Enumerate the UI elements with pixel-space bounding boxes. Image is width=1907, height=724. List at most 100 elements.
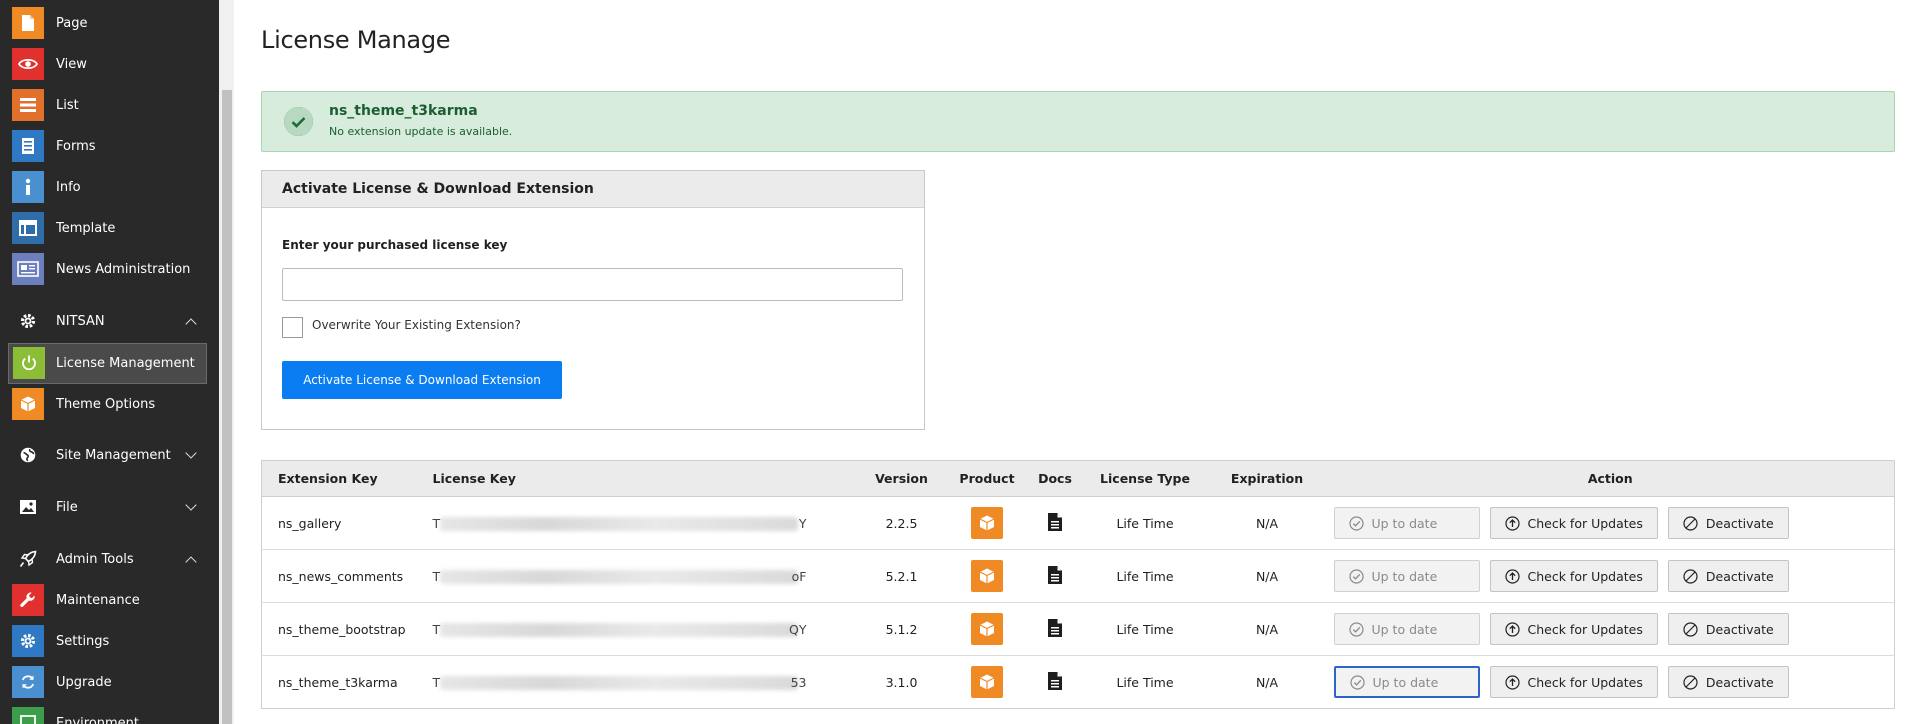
- col-extension-key: Extension Key: [261, 460, 433, 497]
- check-circle-icon: [284, 107, 313, 136]
- document-icon[interactable]: [1047, 565, 1063, 588]
- chevron-down-icon: [185, 499, 197, 511]
- ban-icon: [1683, 674, 1698, 690]
- version-cell: 3.1.0: [857, 656, 947, 709]
- license-key-redaction: [439, 622, 798, 637]
- license-key-blurred: T Y: [433, 516, 807, 531]
- sidebar-item-label: Page: [56, 16, 88, 31]
- activate-download-button[interactable]: Activate License & Download Extension: [282, 361, 562, 399]
- power-icon: [13, 347, 45, 379]
- product-box-icon[interactable]: [971, 666, 1003, 698]
- license-key-end: QY: [789, 621, 807, 637]
- sidebar-group-site-management[interactable]: Site Management: [0, 435, 219, 476]
- check-for-updates-button[interactable]: Check for Updates: [1489, 666, 1658, 698]
- gear-icon: [12, 305, 44, 337]
- document-icon[interactable]: [1047, 671, 1063, 694]
- table-header-row: Extension Key License Key Version Produc…: [261, 460, 1895, 497]
- product-box-icon[interactable]: [971, 560, 1003, 592]
- sidebar-item-upgrade[interactable]: Upgrade: [0, 662, 219, 703]
- license-key-blurred: T QY: [433, 622, 807, 637]
- sidebar-item-label: License Management: [56, 356, 195, 371]
- up-to-date-button[interactable]: Up to date: [1333, 560, 1480, 592]
- license-type: Life Time: [1116, 515, 1174, 531]
- col-docs: Docs: [1027, 460, 1083, 497]
- license-key-start: T: [432, 568, 441, 584]
- sidebar-item-view[interactable]: View: [0, 44, 219, 85]
- arrow-up-circle-icon: [1504, 515, 1520, 531]
- row-actions: Up to date Check for Updates Deactivate: [1327, 560, 1895, 592]
- sidebar-item-list[interactable]: List: [0, 85, 219, 126]
- sidebar-item-news-administration[interactable]: News Administration: [0, 249, 219, 290]
- license-type-cell: Life Time: [1082, 496, 1208, 550]
- check-circle-icon: [1348, 568, 1364, 584]
- docs-cell: [1028, 656, 1083, 709]
- license-type: Life Time: [1116, 568, 1174, 584]
- license-key-end: oF: [791, 568, 807, 584]
- sidebar-scrollbar-thumb[interactable]: [222, 90, 232, 724]
- overwrite-checkbox-label[interactable]: Overwrite Your Existing Extension?: [312, 318, 521, 332]
- sidebar-group-file[interactable]: File: [0, 487, 219, 528]
- sidebar-item-info[interactable]: Info: [0, 167, 219, 208]
- extension-key: ns_theme_t3karma: [278, 674, 398, 690]
- sidebar-item-template[interactable]: Template: [0, 208, 219, 249]
- sidebar-item-settings[interactable]: Settings: [0, 621, 219, 662]
- alert-message: No extension update is available.: [329, 125, 513, 138]
- overwrite-checkbox[interactable]: [282, 317, 303, 338]
- deactivate-button[interactable]: Deactivate: [1667, 507, 1789, 539]
- table-row: ns_theme_bootstrap T QY 5.1.2 Life Time …: [261, 602, 1895, 656]
- sidebar-item-license-management[interactable]: License Management: [8, 343, 207, 384]
- sidebar-item-maintenance[interactable]: Maintenance: [0, 580, 219, 621]
- expiration: N/A: [1255, 621, 1279, 637]
- docs-cell: [1027, 549, 1083, 603]
- sidebar-item-label: News Administration: [56, 262, 191, 277]
- sidebar-item-label: Forms: [56, 139, 96, 154]
- col-version: Version: [856, 460, 947, 497]
- sidebar-item-environment[interactable]: Environment: [0, 703, 219, 724]
- action-cell: Up to date Check for Updates Deactivate: [1326, 549, 1895, 603]
- document-icon[interactable]: [1047, 618, 1063, 641]
- extension-key: ns_news_comments: [278, 568, 404, 584]
- product-box-icon[interactable]: [971, 507, 1003, 539]
- check-for-updates-label: Check for Updates: [1527, 568, 1643, 584]
- extension-key-cell: ns_gallery: [261, 496, 433, 550]
- check-for-updates-button[interactable]: Check for Updates: [1489, 507, 1658, 539]
- arrow-up-circle-icon: [1504, 568, 1520, 584]
- product-cell: [946, 549, 1028, 603]
- check-for-updates-label: Check for Updates: [1527, 674, 1643, 690]
- module-menu-sidebar: Page View List Forms Info Template News …: [0, 0, 219, 724]
- up-to-date-button[interactable]: Up to date: [1333, 613, 1480, 645]
- sidebar-item-label: Template: [56, 221, 116, 236]
- sidebar-group-admin-tools[interactable]: Admin Tools: [0, 539, 219, 580]
- extension-key-cell: ns_news_comments: [261, 549, 433, 603]
- check-for-updates-button[interactable]: Check for Updates: [1489, 560, 1658, 592]
- row-actions: Up to date Check for Updates Deactivate: [1327, 507, 1895, 539]
- deactivate-button[interactable]: Deactivate: [1667, 666, 1789, 698]
- ban-icon: [1683, 568, 1698, 584]
- check-for-updates-button[interactable]: Check for Updates: [1489, 613, 1658, 645]
- product-box-icon[interactable]: [971, 613, 1003, 645]
- sidebar-item-page[interactable]: Page: [0, 3, 219, 44]
- chevron-up-icon: [185, 556, 197, 568]
- extension-key: ns_gallery: [278, 515, 342, 531]
- up-to-date-label: Up to date: [1372, 674, 1439, 690]
- license-key-start: T: [432, 621, 441, 637]
- sidebar-item-forms[interactable]: Forms: [0, 126, 219, 167]
- up-to-date-button[interactable]: Up to date: [1333, 507, 1480, 539]
- sidebar-item-theme-options[interactable]: Theme Options: [0, 384, 219, 425]
- deactivate-button[interactable]: Deactivate: [1667, 613, 1789, 645]
- sidebar-item-label: View: [56, 57, 87, 72]
- sidebar-item-label: Maintenance: [56, 593, 140, 608]
- check-circle-icon: [1348, 621, 1364, 637]
- row-actions: Up to date Check for Updates Deactivate: [1327, 613, 1895, 645]
- license-type-cell: Life Time: [1082, 549, 1208, 603]
- up-to-date-button[interactable]: Up to date: [1333, 666, 1480, 698]
- version-cell: 5.2.1: [856, 549, 947, 603]
- license-key-cell: T QY: [432, 602, 857, 656]
- license-key-input[interactable]: [282, 268, 903, 301]
- document-icon[interactable]: [1047, 512, 1063, 535]
- panel-header: Activate License & Download Extension: [262, 171, 924, 208]
- gear-icon: [12, 625, 44, 657]
- product-cell: [946, 496, 1028, 550]
- deactivate-button[interactable]: Deactivate: [1667, 560, 1789, 592]
- sidebar-group-nitsan[interactable]: NITSAN: [0, 301, 219, 342]
